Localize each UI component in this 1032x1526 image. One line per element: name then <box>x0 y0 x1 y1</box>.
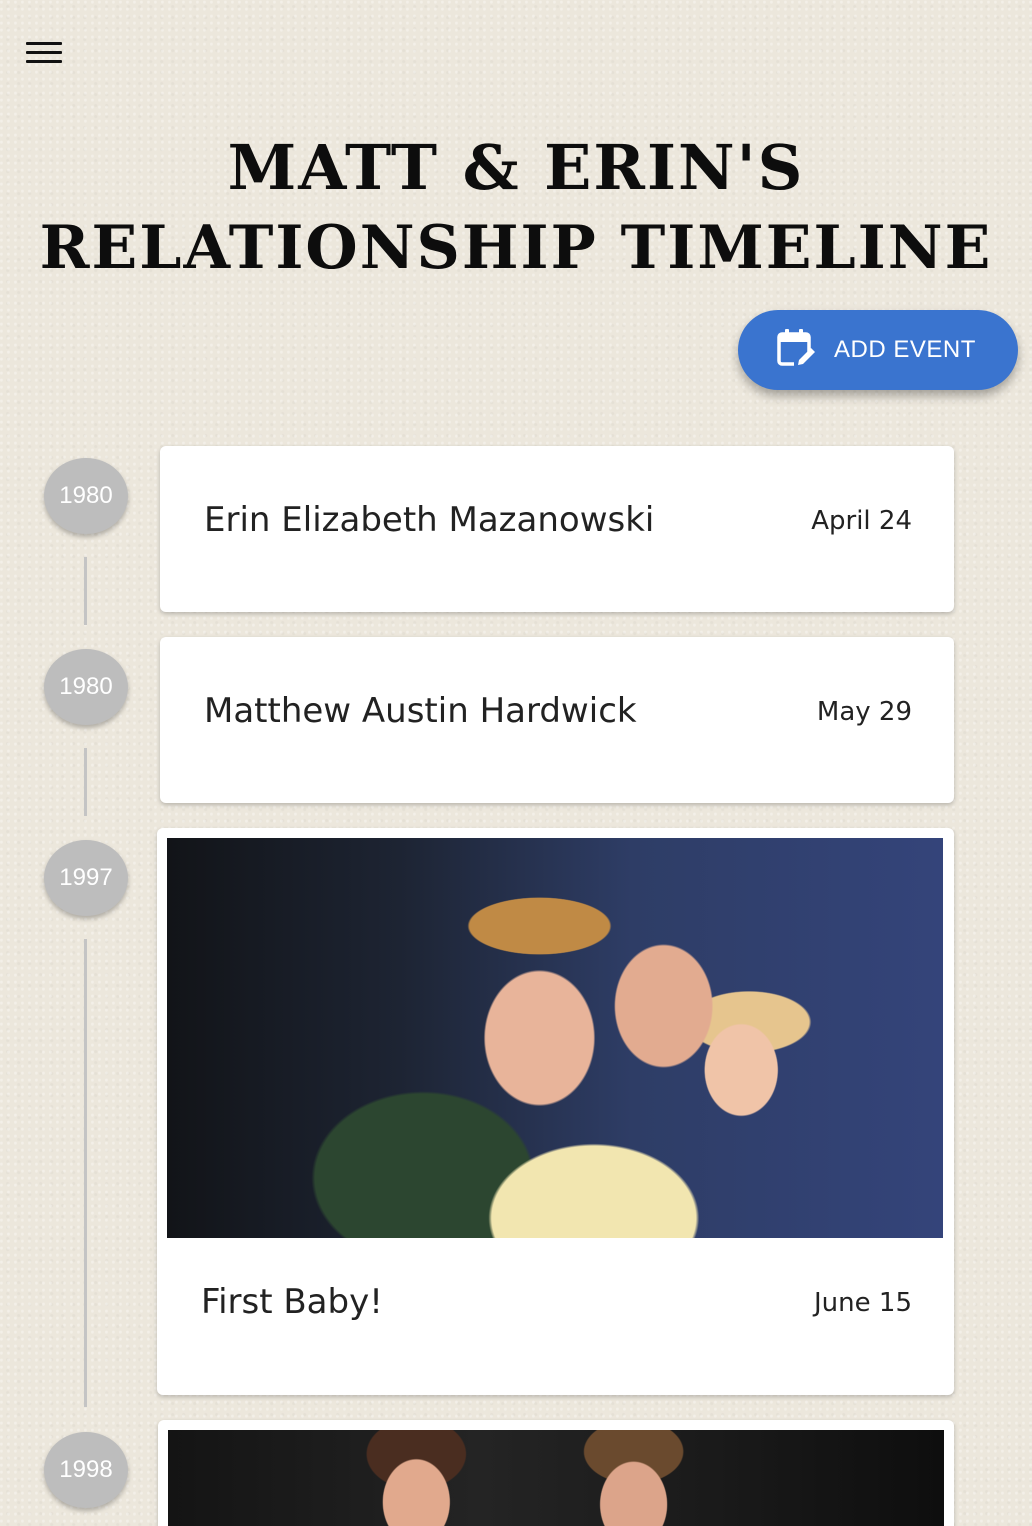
timeline-connector <box>84 939 87 1407</box>
timeline-connector <box>84 748 87 816</box>
event-title: First Baby! <box>201 1282 383 1322</box>
event-date: April 24 <box>811 506 912 536</box>
event-title: Erin Elizabeth Mazanowski <box>204 500 655 540</box>
event-card[interactable] <box>158 1420 954 1526</box>
page-title: Matt & Erin's Relationship Timeline <box>0 128 1032 288</box>
year-badge: 1980 <box>44 458 128 534</box>
event-photo <box>168 1430 944 1526</box>
add-event-label: ADD EVENT <box>834 336 976 363</box>
year-badge: 1998 <box>44 1432 128 1508</box>
event-card[interactable]: Erin Elizabeth Mazanowski April 24 <box>160 446 954 612</box>
timeline-connector <box>84 557 87 625</box>
add-event-button[interactable]: ADD EVENT <box>738 310 1018 390</box>
page-title-line2: Relationship Timeline <box>39 213 993 283</box>
event-title: Matthew Austin Hardwick <box>204 691 637 731</box>
year-badge: 1980 <box>44 649 128 725</box>
page-title-line1: Matt & Erin's <box>227 131 805 204</box>
event-date: May 29 <box>816 697 912 727</box>
menu-icon[interactable] <box>26 42 62 66</box>
year-badge: 1997 <box>44 840 128 916</box>
event-card[interactable]: First Baby! June 15 <box>157 828 954 1395</box>
event-date: June 15 <box>814 1288 912 1318</box>
calendar-edit-icon <box>776 327 818 373</box>
event-photo <box>167 838 943 1238</box>
event-card[interactable]: Matthew Austin Hardwick May 29 <box>160 637 954 803</box>
